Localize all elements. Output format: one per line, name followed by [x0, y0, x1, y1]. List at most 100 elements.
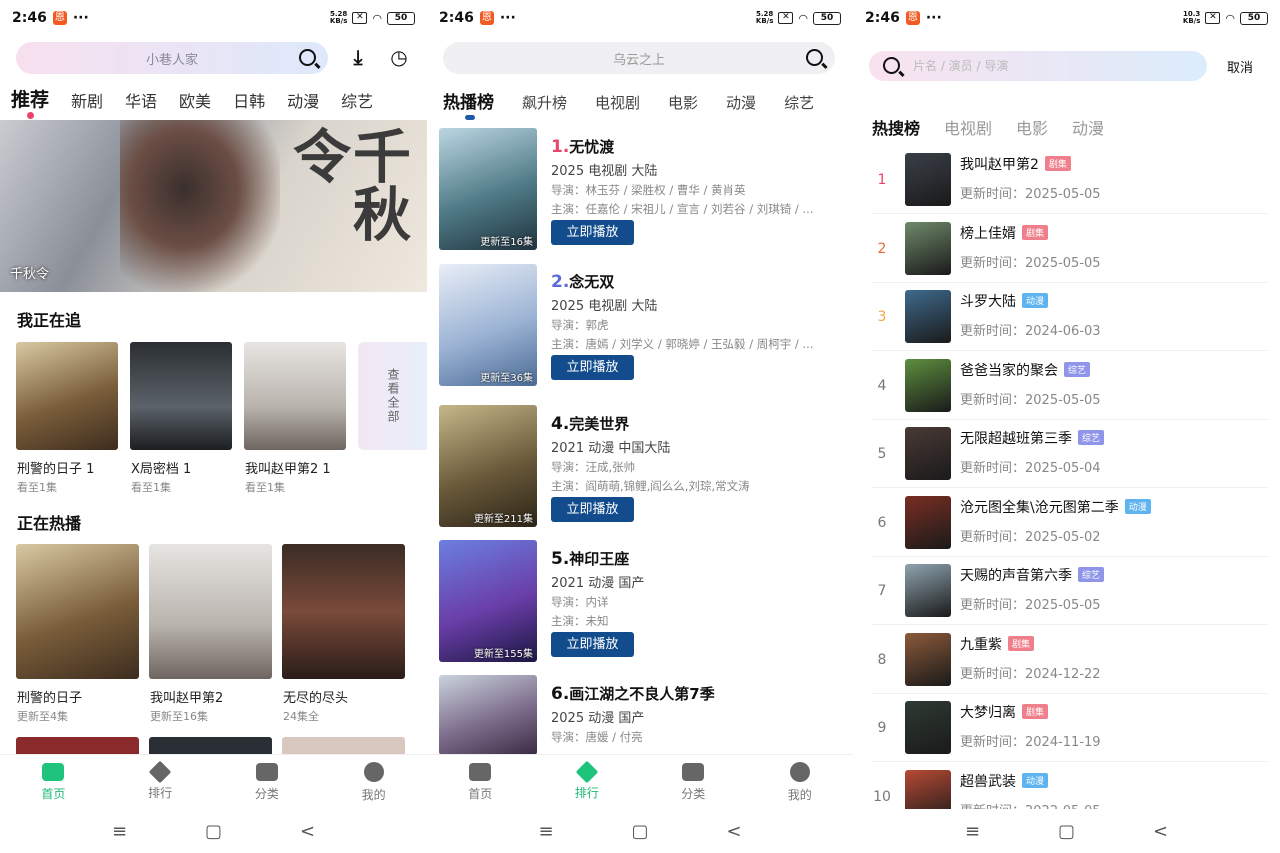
row-update-time: 更新时间：2025-05-05	[960, 255, 1101, 271]
rank-title-5: 6.画江湖之不良人第7季	[551, 684, 715, 704]
tabbar-rank-label: 排行	[148, 786, 173, 800]
tab-recommend[interactable]: 推荐	[11, 85, 49, 112]
play-button-4[interactable]: 立即播放	[551, 632, 634, 657]
tab-chinese[interactable]: 华语	[125, 88, 157, 112]
following-poster-3[interactable]	[244, 342, 346, 450]
following-title-2: X局密档 1	[131, 462, 192, 477]
hot-search-row[interactable]: 1 我叫赵甲第2 剧集 更新时间：2025-05-05	[872, 146, 1268, 214]
search-input[interactable]: 片名 / 演员 / 导演	[869, 51, 1207, 81]
tabbar-rank[interactable]: 排行	[107, 755, 214, 810]
category-tag: 动漫	[1022, 293, 1049, 308]
tab-anime[interactable]: 动漫	[1072, 115, 1104, 139]
hot-search-row[interactable]: 3 斗罗大陆 动漫 更新时间：2024-06-03	[872, 283, 1268, 351]
tab-japan-korea[interactable]: 日韩	[233, 88, 265, 112]
tabbar-rank[interactable]: 排行	[534, 755, 641, 810]
rank-poster-3[interactable]: 更新至211集	[439, 405, 537, 527]
search-icon[interactable]	[806, 49, 823, 66]
play-button-1[interactable]: 立即播放	[551, 220, 634, 245]
play-button-3[interactable]: 立即播放	[551, 497, 634, 522]
tabbar-mine[interactable]: 我的	[320, 755, 427, 810]
ranking-screen: 2:46 恩 ··· 5.28 KB/s ✕ ◠ 50 乌云之上 热播榜 飙升榜 …	[427, 0, 853, 853]
row-title: 大梦归离 剧集	[960, 702, 1049, 722]
hot-search-row[interactable]: 9 大梦归离 剧集 更新时间：2024-11-19	[872, 694, 1268, 762]
hot-poster-3[interactable]	[282, 544, 405, 679]
hot-sub-3: 24集全	[283, 710, 319, 723]
hot-search-row[interactable]: 2 榜上佳婿 剧集 更新时间：2025-05-05	[872, 215, 1268, 283]
category-tag: 综艺	[1078, 567, 1105, 582]
menu-icon[interactable]: ≡	[108, 821, 132, 842]
hot-poster-1[interactable]	[16, 544, 139, 679]
rank-poster-2[interactable]: 更新至36集	[439, 264, 537, 386]
banner-calligraphy: 千秋令	[283, 126, 411, 242]
tab-anime[interactable]: 动漫	[726, 92, 756, 113]
status-bar: 2:46 恩 ··· 5.28 KB/s ✕ ◠ 50	[0, 0, 427, 36]
hot-search-row[interactable]: 5 无限超越班第三季 综艺 更新时间：2025-05-04	[872, 420, 1268, 488]
hot-search-row[interactable]: 4 爸爸当家的聚会 综艺 更新时间：2025-05-05	[872, 352, 1268, 420]
tab-hot-search[interactable]: 热搜榜	[872, 115, 920, 139]
rank-number: 9	[877, 720, 887, 736]
rank-poster-5[interactable]	[439, 675, 537, 755]
tabbar-home[interactable]: 首页	[0, 755, 107, 810]
search-bar[interactable]: 小巷人家	[16, 42, 328, 74]
hot-search-row[interactable]: 7 天赐的声音第六季 综艺 更新时间：2025-05-05	[872, 557, 1268, 625]
back-icon[interactable]: <	[722, 821, 746, 842]
hot-search-row[interactable]: 6 沧元图全集\沧元图第二季 动漫 更新时间：2025-05-02	[872, 489, 1268, 557]
following-sub-2: 看至1集	[131, 481, 171, 494]
category-tag: 剧集	[1008, 635, 1035, 651]
category-tag: 动漫	[1022, 772, 1049, 788]
row-title: 天赐的声音第六季 综艺	[960, 565, 1105, 585]
tab-hot[interactable]: 热播榜	[443, 88, 494, 113]
tabbar-category-label: 分类	[254, 787, 279, 801]
search-icon	[883, 57, 900, 74]
back-icon[interactable]: <	[296, 821, 320, 842]
tabbar-mine[interactable]: 我的	[747, 755, 854, 810]
menu-icon[interactable]: ≡	[534, 821, 558, 842]
tabbar-mine-label: 我的	[361, 788, 386, 802]
status-time: 2:46	[439, 10, 474, 26]
menu-icon[interactable]: ≡	[961, 821, 985, 842]
history-icon[interactable]: ◷	[387, 46, 411, 70]
see-all-button[interactable]: 查看全部	[358, 342, 427, 450]
following-section-title: 我正在追	[17, 311, 82, 330]
tab-movie[interactable]: 电影	[1016, 115, 1048, 139]
tab-rising[interactable]: 飙升榜	[522, 92, 567, 113]
home-nav-icon[interactable]: ▢	[628, 821, 652, 842]
following-poster-1[interactable]	[16, 342, 118, 450]
home-icon	[469, 763, 492, 781]
hot-poster-2[interactable]	[149, 544, 272, 679]
rank-poster-1[interactable]: 更新至16集	[439, 128, 537, 250]
following-poster-2[interactable]	[130, 342, 232, 450]
back-icon[interactable]: <	[1149, 821, 1173, 842]
notification-badge: 恩	[905, 11, 920, 25]
following-title-3: 我叫赵甲第2 1	[245, 462, 331, 477]
hot-sub-1: 更新至4集	[17, 710, 68, 723]
search-icon[interactable]	[299, 49, 316, 66]
ranking-tabs: 热播榜 飙升榜 电视剧 电影 动漫 综艺	[443, 88, 842, 113]
tabbar-category[interactable]: 分类	[640, 755, 747, 810]
tab-anime[interactable]: 动漫	[287, 88, 319, 112]
tab-tv[interactable]: 电视剧	[944, 115, 992, 139]
tab-western[interactable]: 欧美	[179, 88, 211, 112]
tab-variety[interactable]: 综艺	[341, 88, 373, 112]
tab-new-drama[interactable]: 新剧	[71, 88, 103, 112]
home-nav-icon[interactable]: ▢	[1055, 821, 1079, 842]
bottom-tab-bar: 首页 排行 分类 我的	[427, 754, 853, 810]
play-button-2[interactable]: 立即播放	[551, 355, 634, 380]
rank-poster-4[interactable]: 更新至155集	[439, 540, 537, 662]
hot-search-row[interactable]: 8 九重紫 剧集 更新时间：2024-12-22	[872, 626, 1268, 694]
tabbar-home[interactable]: 首页	[427, 755, 534, 810]
search-bar[interactable]: 乌云之上	[443, 42, 835, 74]
home-nav-icon[interactable]: ▢	[202, 821, 226, 842]
tab-movie[interactable]: 电影	[668, 92, 698, 113]
download-icon[interactable]: ⤓	[346, 46, 370, 70]
rank-cast-4: 主演：未知	[551, 614, 609, 628]
row-update-time: 更新时间：2024-12-22	[960, 666, 1101, 682]
tab-variety[interactable]: 综艺	[784, 92, 814, 113]
tab-tv[interactable]: 电视剧	[595, 92, 640, 113]
rank-title-3: 4.完美世界	[551, 414, 630, 434]
featured-banner[interactable]: 千秋令 千秋令	[0, 120, 427, 292]
hot-sub-2: 更新至16集	[150, 710, 208, 723]
tabbar-category[interactable]: 分类	[214, 755, 321, 810]
rank-title-4: 5.神印王座	[551, 549, 630, 569]
cancel-button[interactable]: 取消	[1227, 57, 1253, 76]
